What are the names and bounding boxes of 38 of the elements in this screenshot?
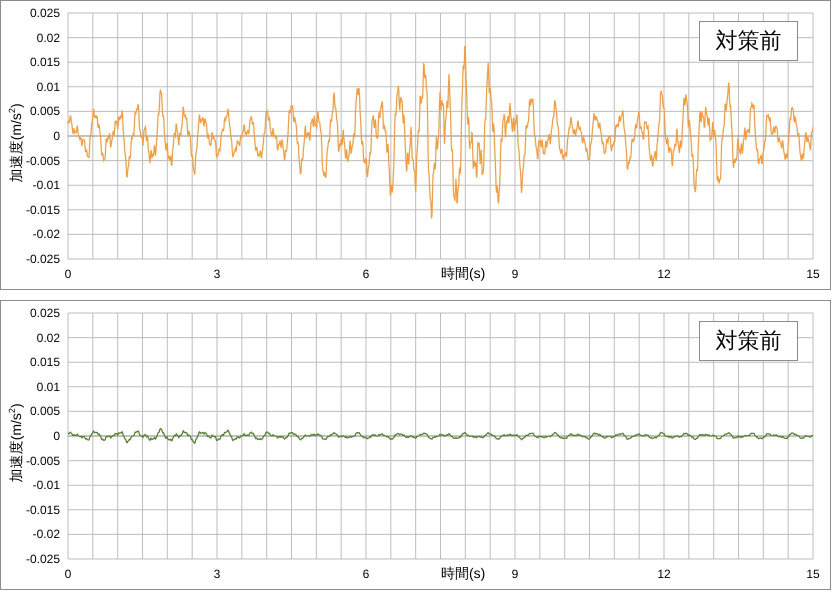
y-tick-label: -0.005 [26,454,60,468]
legend-box: 対策前 [699,321,798,361]
y-tick-label: 0.025 [30,306,60,320]
x-tick-label: 0 [64,267,72,281]
y-tick-label: 0.015 [30,355,60,370]
y-tick-label: -0.01 [32,178,60,192]
x-tick-label: 15 [805,267,821,281]
x-tick-label: 9 [510,267,520,281]
y-tick-label: 0.01 [36,380,60,394]
y-tick-label: -0.02 [32,527,60,542]
x-tick-label: 3 [212,267,222,281]
y-tick-label: -0.005 [26,154,60,168]
y-tick-label: -0.015 [26,502,60,517]
y-tick-label: 0 [53,129,60,143]
y-tick-label: -0.025 [26,252,60,266]
y-tick-label: 0.005 [30,104,60,118]
y-tick-label: -0.01 [32,478,60,492]
y-tick-label: 0.02 [36,330,60,345]
x-tick-label: 15 [805,567,821,581]
x-axis-title: 時間(s) [441,565,486,581]
y-tick-label: 0.005 [30,404,60,418]
y-tick-label: 0.015 [30,55,60,70]
x-tick-label: 0 [64,567,72,581]
x-tick-label: 12 [656,567,672,581]
y-tick-label: -0.025 [26,552,60,566]
y-tick-label: 0.025 [30,6,60,20]
x-tick-label: 6 [362,567,370,581]
legend-box: 対策前 [699,21,798,61]
x-tick-label: 12 [656,267,672,281]
x-axis-title: 時間(s) [441,265,486,281]
y-tick-label: 0.02 [36,30,60,45]
y-tick-label: -0.02 [32,227,60,242]
x-tick-label: 3 [212,567,222,581]
x-tick-label: 9 [510,567,520,581]
x-tick-label: 6 [362,267,370,281]
y-tick-label: -0.015 [26,202,60,217]
y-tick-label: 0 [53,429,60,443]
y-tick-label: 0.01 [36,80,60,94]
